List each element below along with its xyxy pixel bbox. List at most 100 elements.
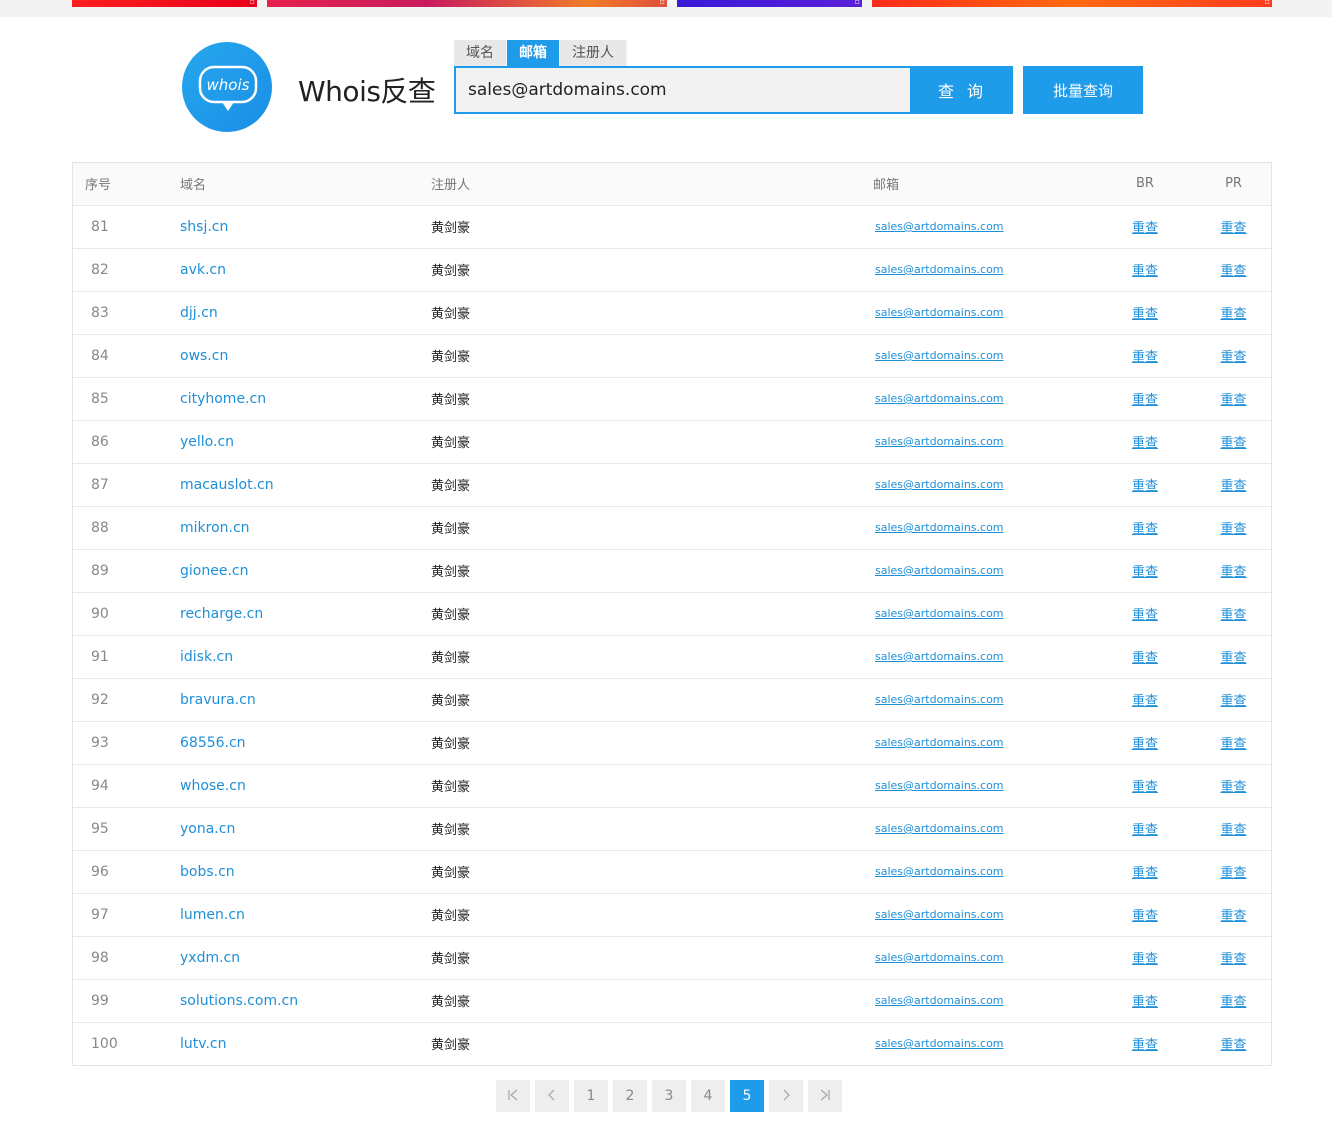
tab-email[interactable]: 邮箱	[507, 40, 560, 66]
br-recheck-link[interactable]: 重查	[1132, 307, 1158, 322]
br-recheck-link[interactable]: 重查	[1132, 264, 1158, 279]
ad-banner-2[interactable]: ▫	[267, 0, 667, 7]
email-link[interactable]: sales@artdomains.com	[873, 521, 1004, 534]
page-5-button[interactable]: 5	[730, 1080, 764, 1112]
email-link[interactable]: sales@artdomains.com	[873, 736, 1004, 749]
page-4-button[interactable]: 4	[691, 1080, 725, 1112]
domain-link[interactable]: 68556.cn	[180, 735, 246, 751]
pr-recheck-link[interactable]: 重查	[1220, 866, 1246, 881]
domain-link[interactable]: bravura.cn	[180, 692, 256, 708]
tab-registrant[interactable]: 注册人	[560, 40, 627, 66]
domain-link[interactable]: idisk.cn	[180, 649, 233, 665]
email-link[interactable]: sales@artdomains.com	[873, 564, 1004, 577]
br-recheck-link[interactable]: 重查	[1132, 823, 1158, 838]
br-recheck-link[interactable]: 重查	[1132, 694, 1158, 709]
pr-recheck-link[interactable]: 重查	[1220, 1038, 1246, 1053]
domain-link[interactable]: cityhome.cn	[180, 391, 266, 407]
pr-recheck-link[interactable]: 重查	[1220, 565, 1246, 580]
batch-query-button[interactable]: 批量查询	[1023, 66, 1143, 114]
email-link[interactable]: sales@artdomains.com	[873, 822, 1004, 835]
prev-page-button[interactable]	[535, 1080, 569, 1112]
email-link[interactable]: sales@artdomains.com	[873, 1037, 1004, 1050]
pr-recheck-link[interactable]: 重查	[1220, 436, 1246, 451]
pr-recheck-link[interactable]: 重查	[1220, 608, 1246, 623]
first-page-button[interactable]	[496, 1080, 530, 1112]
pr-recheck-link[interactable]: 重查	[1220, 823, 1246, 838]
domain-link[interactable]: solutions.com.cn	[180, 993, 298, 1009]
br-recheck-link[interactable]: 重查	[1132, 393, 1158, 408]
domain-link[interactable]: recharge.cn	[180, 606, 263, 622]
domain-link[interactable]: yello.cn	[180, 434, 234, 450]
query-button[interactable]: 查 询	[912, 66, 1013, 114]
pr-recheck-link[interactable]: 重查	[1220, 350, 1246, 365]
domain-link[interactable]: mikron.cn	[180, 520, 250, 536]
domain-link[interactable]: avk.cn	[180, 262, 226, 278]
email-link[interactable]: sales@artdomains.com	[873, 306, 1004, 319]
tab-domain[interactable]: 域名	[454, 40, 507, 66]
email-link[interactable]: sales@artdomains.com	[873, 779, 1004, 792]
br-recheck-link[interactable]: 重查	[1132, 479, 1158, 494]
br-recheck-link[interactable]: 重查	[1132, 565, 1158, 580]
br-recheck-link[interactable]: 重查	[1132, 1038, 1158, 1053]
email-link[interactable]: sales@artdomains.com	[873, 994, 1004, 1007]
domain-link[interactable]: lumen.cn	[180, 907, 245, 923]
email-link[interactable]: sales@artdomains.com	[873, 693, 1004, 706]
last-page-button[interactable]	[808, 1080, 842, 1112]
domain-link[interactable]: bobs.cn	[180, 864, 235, 880]
br-recheck-link[interactable]: 重查	[1132, 350, 1158, 365]
email-link[interactable]: sales@artdomains.com	[873, 349, 1004, 362]
pr-recheck-link[interactable]: 重查	[1220, 737, 1246, 752]
br-recheck-link[interactable]: 重查	[1132, 995, 1158, 1010]
br-recheck-link[interactable]: 重查	[1132, 651, 1158, 666]
page-2-button[interactable]: 2	[613, 1080, 647, 1112]
email-link[interactable]: sales@artdomains.com	[873, 392, 1004, 405]
email-link[interactable]: sales@artdomains.com	[873, 220, 1004, 233]
pr-recheck-link[interactable]: 重查	[1220, 393, 1246, 408]
pr-recheck-link[interactable]: 重查	[1220, 995, 1246, 1010]
ad-banner-1[interactable]: ▫	[72, 0, 257, 7]
br-recheck-link[interactable]: 重查	[1132, 780, 1158, 795]
pr-recheck-link[interactable]: 重查	[1220, 221, 1246, 236]
pr-recheck-link[interactable]: 重查	[1220, 651, 1246, 666]
pr-recheck-link[interactable]: 重查	[1220, 307, 1246, 322]
domain-link[interactable]: yona.cn	[180, 821, 235, 837]
domain-link[interactable]: lutv.cn	[180, 1036, 226, 1052]
email-link[interactable]: sales@artdomains.com	[873, 650, 1004, 663]
pr-recheck-link[interactable]: 重查	[1220, 909, 1246, 924]
email-link[interactable]: sales@artdomains.com	[873, 435, 1004, 448]
page-3-button[interactable]: 3	[652, 1080, 686, 1112]
email-link[interactable]: sales@artdomains.com	[873, 908, 1004, 921]
domain-link[interactable]: djj.cn	[180, 305, 218, 321]
pr-recheck-link[interactable]: 重查	[1220, 479, 1246, 494]
domain-link[interactable]: yxdm.cn	[180, 950, 240, 966]
ad-banner-4[interactable]: ▫	[872, 0, 1272, 7]
next-page-button[interactable]	[769, 1080, 803, 1112]
br-recheck-link[interactable]: 重查	[1132, 737, 1158, 752]
br-recheck-link[interactable]: 重查	[1132, 608, 1158, 623]
ad-banner-3[interactable]: ▫	[677, 0, 862, 7]
domain-link[interactable]: shsj.cn	[180, 219, 228, 235]
br-recheck-link[interactable]: 重查	[1132, 221, 1158, 236]
email-link[interactable]: sales@artdomains.com	[873, 478, 1004, 491]
pr-recheck-link[interactable]: 重查	[1220, 522, 1246, 537]
page-1-button[interactable]: 1	[574, 1080, 608, 1112]
br-recheck-link[interactable]: 重查	[1132, 952, 1158, 967]
pr-recheck-link[interactable]: 重查	[1220, 952, 1246, 967]
search-input[interactable]	[456, 68, 910, 112]
br-recheck-link[interactable]: 重查	[1132, 866, 1158, 881]
email-link[interactable]: sales@artdomains.com	[873, 951, 1004, 964]
domain-link[interactable]: whose.cn	[180, 778, 246, 794]
pr-recheck-link[interactable]: 重查	[1220, 694, 1246, 709]
email-link[interactable]: sales@artdomains.com	[873, 865, 1004, 878]
email-link[interactable]: sales@artdomains.com	[873, 263, 1004, 276]
br-recheck-link[interactable]: 重查	[1132, 522, 1158, 537]
domain-link[interactable]: gionee.cn	[180, 563, 248, 579]
domain-link[interactable]: ows.cn	[180, 348, 228, 364]
br-recheck-link[interactable]: 重查	[1132, 909, 1158, 924]
br-recheck-link[interactable]: 重查	[1132, 436, 1158, 451]
email-link[interactable]: sales@artdomains.com	[873, 607, 1004, 620]
pr-recheck-link[interactable]: 重查	[1220, 264, 1246, 279]
whois-logo[interactable]: whois	[182, 42, 272, 132]
domain-link[interactable]: macauslot.cn	[180, 477, 274, 493]
pr-recheck-link[interactable]: 重查	[1220, 780, 1246, 795]
